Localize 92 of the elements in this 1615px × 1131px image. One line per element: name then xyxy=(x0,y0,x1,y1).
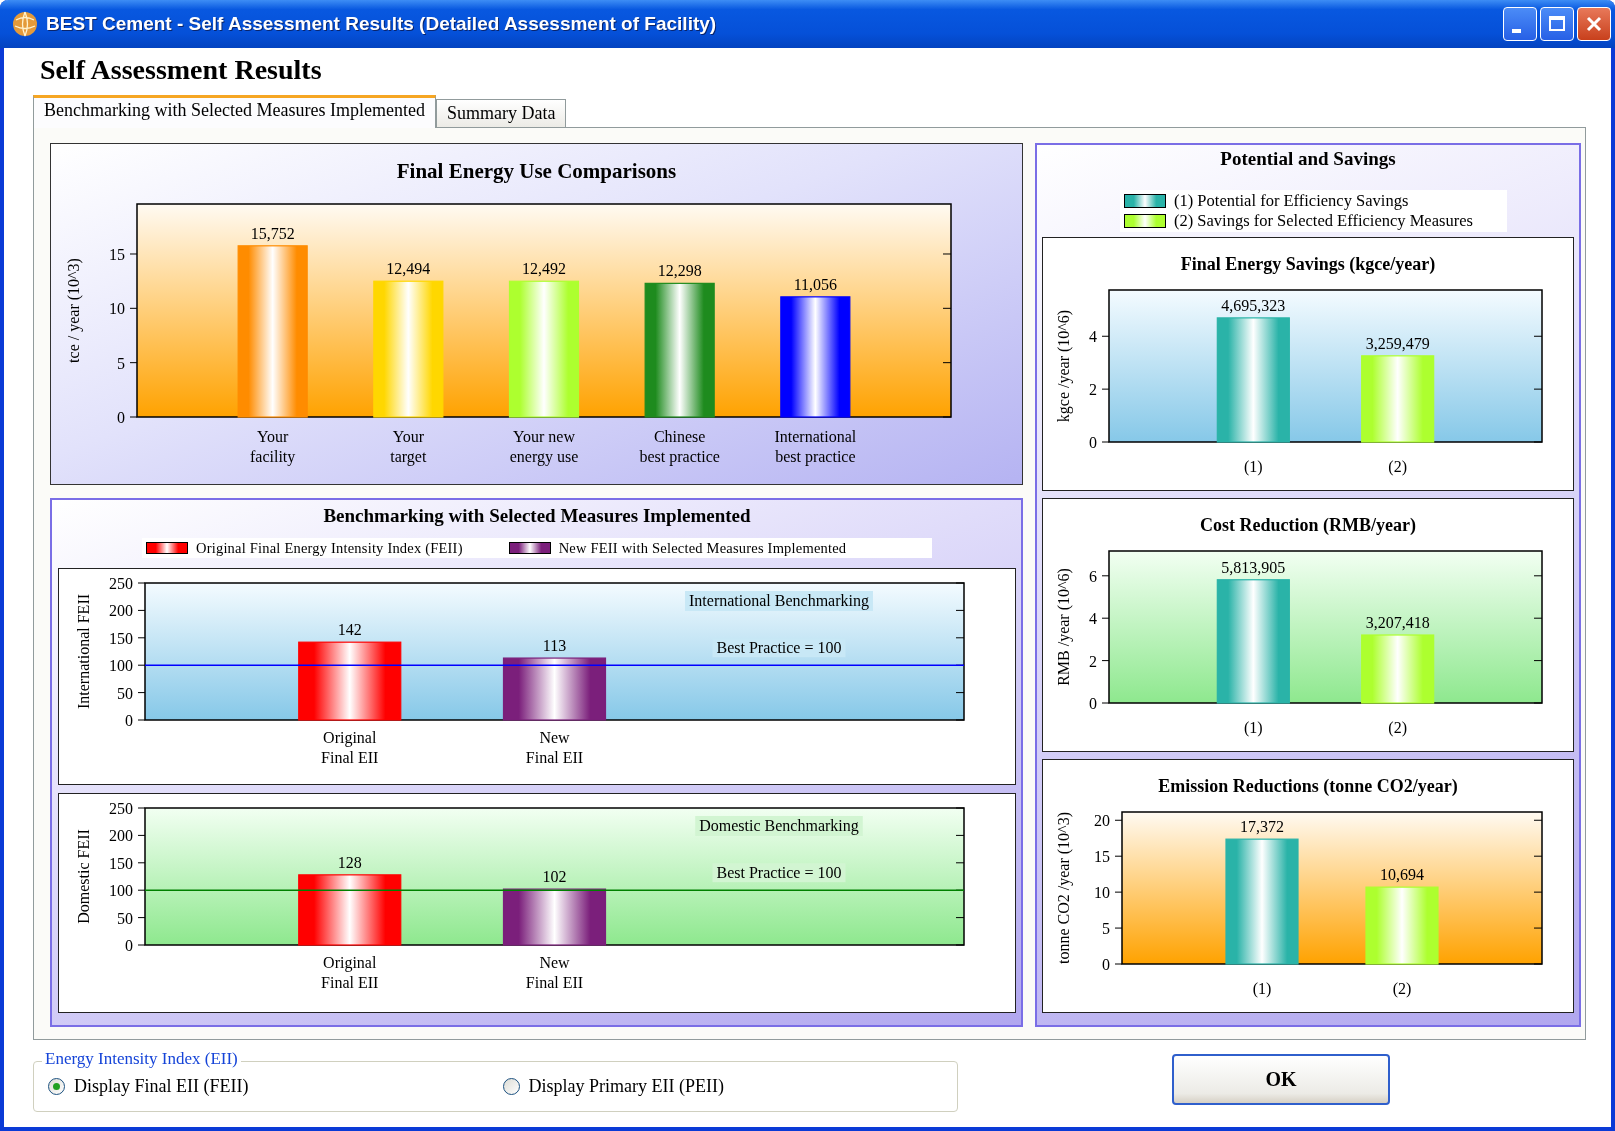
axis-tick-label: 250 xyxy=(109,800,133,817)
category-label: New Final EII xyxy=(525,954,584,991)
value-label: 10,694 xyxy=(1380,866,1424,884)
chart-title: Final Energy Use Comparisons xyxy=(395,158,678,185)
axis-tick-label: 0 xyxy=(1089,695,1097,712)
value-label: 12,492 xyxy=(522,260,566,278)
page-heading: Self Assessment Results xyxy=(39,53,323,87)
panel-title: Potential and Savings xyxy=(1219,147,1397,171)
category-label: Original Final EII xyxy=(321,729,379,766)
category-label: Original Final EII xyxy=(321,954,379,991)
value-label: 11,056 xyxy=(793,275,838,293)
value-label: 17,372 xyxy=(1240,818,1284,836)
axis-tick-label: 0 xyxy=(1089,434,1097,451)
minimize-icon xyxy=(1511,29,1521,33)
chart-title: Final Energy Savings (kgce/year) xyxy=(1179,253,1437,276)
value-label: 3,259,479 xyxy=(1365,334,1430,352)
legend-label: (2) Savings for Selected Efficiency Measures xyxy=(1174,211,1473,231)
axis-tick-label: 100 xyxy=(109,882,133,900)
axis-tick-label: 50 xyxy=(117,684,133,702)
category-label: (1) xyxy=(1252,980,1272,997)
value-label: 12,298 xyxy=(657,262,702,280)
axis-tick-label: 5 xyxy=(1102,920,1110,938)
radio-button[interactable] xyxy=(502,1078,520,1095)
category-label: (1) xyxy=(1244,719,1263,736)
group-title: Energy Intensity Index (EII) xyxy=(42,1049,241,1069)
axis-tick-label: 10 xyxy=(109,300,125,318)
axis-tick-label: 15 xyxy=(109,246,125,263)
legend-label: (1) Potential for Efficiency Savings xyxy=(1174,191,1409,211)
radio-label[interactable]: Display Primary EII (PEII) xyxy=(528,1076,724,1097)
axis-title: tonne CO2 /year (10^3) xyxy=(1055,812,1072,964)
axis-title: RMB /year (10^6) xyxy=(1055,568,1072,686)
window-title: BEST Cement - Self Assessment Results (Detailed Assessment of Facility) xyxy=(46,13,718,35)
value-label: 3,207,418 xyxy=(1365,614,1430,631)
legend-label: New FEII with Selected Measures Implemented xyxy=(558,539,847,557)
axis-tick-label: 2 xyxy=(1089,652,1097,670)
tab[interactable]: Summary Data xyxy=(435,99,567,127)
axis-tick-label: 250 xyxy=(109,575,133,592)
axis-tick-label: 2 xyxy=(1089,381,1097,399)
maximize-button[interactable] xyxy=(1540,7,1574,41)
axis-tick-label: 5 xyxy=(117,354,125,372)
axis-tick-label: 0 xyxy=(125,937,133,954)
annotation-label: International Benchmarking xyxy=(685,591,873,611)
axis-tick-label: 10 xyxy=(1094,884,1110,902)
axis-tick-label: 150 xyxy=(109,629,133,647)
chart-title: Cost Reduction (RMB/year) xyxy=(1199,514,1417,537)
annotation-label: Best Practice = 100 xyxy=(712,863,846,883)
minimize-button[interactable] xyxy=(1503,7,1537,41)
axis-title: International FEII xyxy=(75,593,92,710)
axis-title: kgce /year (10^6) xyxy=(1055,309,1072,423)
category-label: Your facility xyxy=(250,428,296,465)
axis-tick-label: 150 xyxy=(109,854,133,872)
annotation-label: Domestic Benchmarking xyxy=(695,816,863,836)
axis-tick-label: 15 xyxy=(1094,848,1110,866)
category-label: Chinese best practice xyxy=(639,428,720,465)
value-label: 15,752 xyxy=(250,224,295,242)
axis-tick-label: 200 xyxy=(109,602,133,620)
tab[interactable]: Benchmarking with Selected Measures Implemented xyxy=(33,95,436,128)
axis-tick-label: 200 xyxy=(109,827,133,845)
axis-tick-label: 0 xyxy=(117,409,125,426)
value-label: 5,813,905 xyxy=(1221,558,1286,576)
radio-button[interactable] xyxy=(48,1078,65,1095)
axis-title: tce / year (10^3) xyxy=(65,258,82,363)
value-label: 142 xyxy=(337,621,362,639)
axis-tick-label: 50 xyxy=(117,909,133,927)
category-label: International best practice xyxy=(774,428,857,465)
ok-button[interactable]: OK xyxy=(1172,1054,1390,1105)
chart-title: Emission Reductions (tonne CO2/year) xyxy=(1157,775,1459,798)
globe-icon xyxy=(12,11,38,37)
axis-tick-label: 20 xyxy=(1094,812,1110,830)
panel-title: Benchmarking with Selected Measures Implemented xyxy=(322,504,752,528)
value-label: 4,695,323 xyxy=(1221,296,1286,314)
axis-tick-label: 0 xyxy=(125,712,133,729)
axis-tick-label: 100 xyxy=(109,657,133,675)
category-label: (2) xyxy=(1388,458,1407,475)
axis-title: Domestic FEII xyxy=(75,829,92,924)
category-label: (2) xyxy=(1388,719,1407,736)
axis-tick-label: 6 xyxy=(1089,567,1097,585)
category-label: Your new energy use xyxy=(509,428,579,465)
category-label: (2) xyxy=(1392,980,1412,997)
value-label: 102 xyxy=(542,868,567,886)
axis-tick-label: 0 xyxy=(1102,956,1110,973)
value-label: 12,494 xyxy=(386,260,431,278)
category-label: Your target xyxy=(390,428,427,465)
value-label: 113 xyxy=(542,637,567,655)
category-label: New Final EII xyxy=(525,729,584,766)
legend-label: Original Final Energy Intensity Index (FEII) xyxy=(196,539,463,557)
category-label: (1) xyxy=(1244,458,1263,475)
close-button[interactable] xyxy=(1577,7,1611,41)
radio-label[interactable]: Display Final EII (FEII) xyxy=(74,1076,249,1097)
axis-tick-label: 4 xyxy=(1089,610,1097,628)
value-label: 128 xyxy=(337,853,362,871)
axis-tick-label: 4 xyxy=(1089,328,1097,346)
